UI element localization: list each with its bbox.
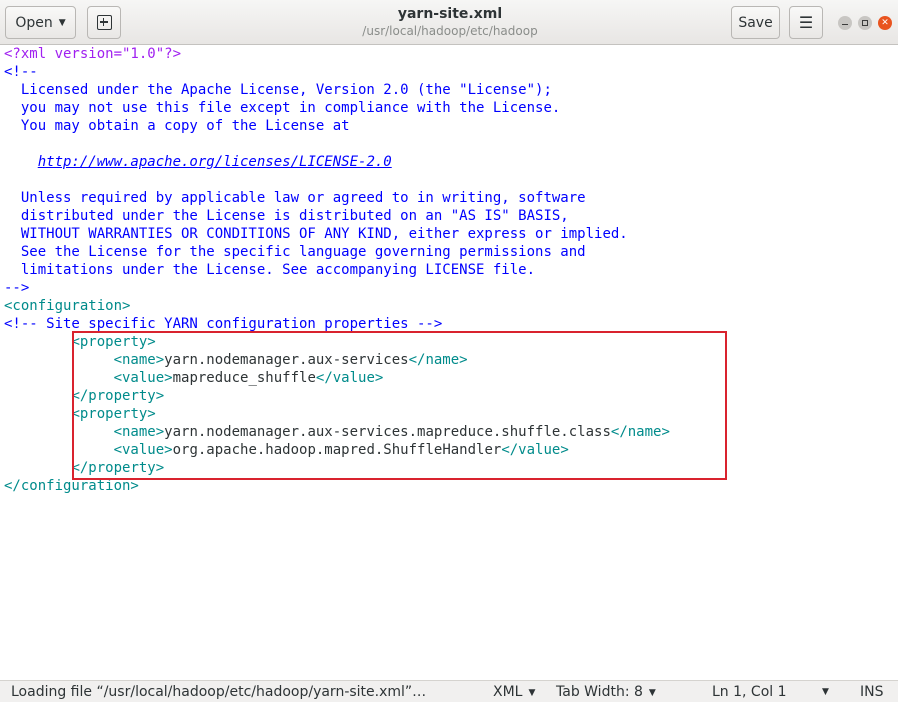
close-icon: ✕	[881, 17, 889, 28]
window-subtitle: /usr/local/hadoop/etc/hadoop	[362, 24, 538, 38]
code-token: <!--	[4, 64, 38, 80]
window-title: yarn-site.xml	[397, 6, 503, 22]
save-button[interactable]: Save	[731, 6, 780, 39]
insert-mode-indicator[interactable]: INS	[860, 684, 884, 700]
code-line[interactable]: You may obtain a copy of the License at	[4, 117, 670, 135]
hamburger-menu-icon: ☰	[798, 13, 814, 32]
code-token: WITHOUT WARRANTIES OR CONDITIONS OF ANY …	[4, 226, 628, 242]
code-line[interactable]: Unless required by applicable law or agr…	[4, 189, 670, 207]
code-line[interactable]	[4, 135, 670, 153]
code-line[interactable]	[4, 171, 670, 189]
code-token: -->	[4, 280, 30, 296]
code-line[interactable]: See the License for the specific languag…	[4, 243, 670, 261]
code-line[interactable]: limitations under the License. See accom…	[4, 261, 670, 279]
code-line[interactable]: <?xml version="1.0"?>	[4, 45, 670, 63]
code-token: <?xml version="1.0"?>	[4, 46, 182, 62]
code-token: <configuration>	[4, 298, 131, 314]
maximize-icon	[862, 20, 868, 26]
code-link[interactable]: http://www.apache.org/licenses/LICENSE-2…	[38, 154, 392, 170]
code-token: distributed under the License is distrib…	[4, 208, 569, 224]
code-line[interactable]: you may not use this file except in comp…	[4, 99, 670, 117]
tab-width-selector[interactable]: Tab Width: 8 ▼	[556, 684, 656, 700]
window-title-area: yarn-site.xml /usr/local/hadoop/etc/hado…	[300, 6, 600, 38]
code-token: Unless required by applicable law or agr…	[4, 190, 586, 206]
open-button[interactable]: Open ▼	[5, 6, 76, 39]
code-token: limitations under the License. See accom…	[4, 262, 536, 278]
status-bar: Loading file “/usr/local/hadoop/etc/hado…	[0, 680, 898, 702]
chevron-down-icon: ▼	[58, 17, 66, 28]
code-line[interactable]: distributed under the License is distrib…	[4, 207, 670, 225]
new-document-button[interactable]	[87, 6, 121, 39]
code-token: <!-- Site specific YARN configuration pr…	[4, 316, 443, 332]
language-label: XML	[493, 684, 523, 700]
text-editor[interactable]: <?xml version="1.0"?> <!-- Licensed under…	[0, 45, 898, 680]
chevron-down-icon: ▼	[648, 688, 656, 698]
highlight-box	[72, 331, 727, 480]
code-token: you may not use this file except in comp…	[4, 100, 561, 116]
header-bar: Open ▼ yarn-site.xml /usr/local/hadoop/e…	[0, 0, 898, 45]
maximize-button[interactable]	[858, 16, 872, 30]
code-line[interactable]: http://www.apache.org/licenses/LICENSE-2…	[4, 153, 670, 171]
code-line[interactable]: <configuration>	[4, 297, 670, 315]
code-token: See the License for the specific languag…	[4, 244, 586, 260]
tab-width-label: Tab Width: 8	[556, 684, 643, 700]
code-token: </configuration>	[4, 478, 139, 494]
open-button-label: Open	[15, 14, 53, 31]
code-line[interactable]: -->	[4, 279, 670, 297]
minimize-button[interactable]	[838, 16, 852, 30]
code-token: Licensed under the Apache License, Versi…	[4, 82, 552, 98]
code-line[interactable]: WITHOUT WARRANTIES OR CONDITIONS OF ANY …	[4, 225, 670, 243]
code-token: You may obtain a copy of the License at	[4, 118, 350, 134]
new-document-icon	[96, 15, 112, 30]
code-line[interactable]: <!--	[4, 63, 670, 81]
close-button[interactable]: ✕	[878, 16, 892, 30]
chevron-down-icon[interactable]: ▼	[822, 687, 829, 697]
cursor-position[interactable]: Ln 1, Col 1	[712, 684, 787, 700]
chevron-down-icon: ▼	[528, 688, 536, 698]
hamburger-menu-button[interactable]: ☰	[789, 6, 823, 39]
code-line[interactable]: Licensed under the Apache License, Versi…	[4, 81, 670, 99]
minimize-icon	[842, 23, 848, 26]
status-message: Loading file “/usr/local/hadoop/etc/hado…	[11, 684, 427, 700]
language-selector[interactable]: XML ▼	[493, 684, 535, 700]
